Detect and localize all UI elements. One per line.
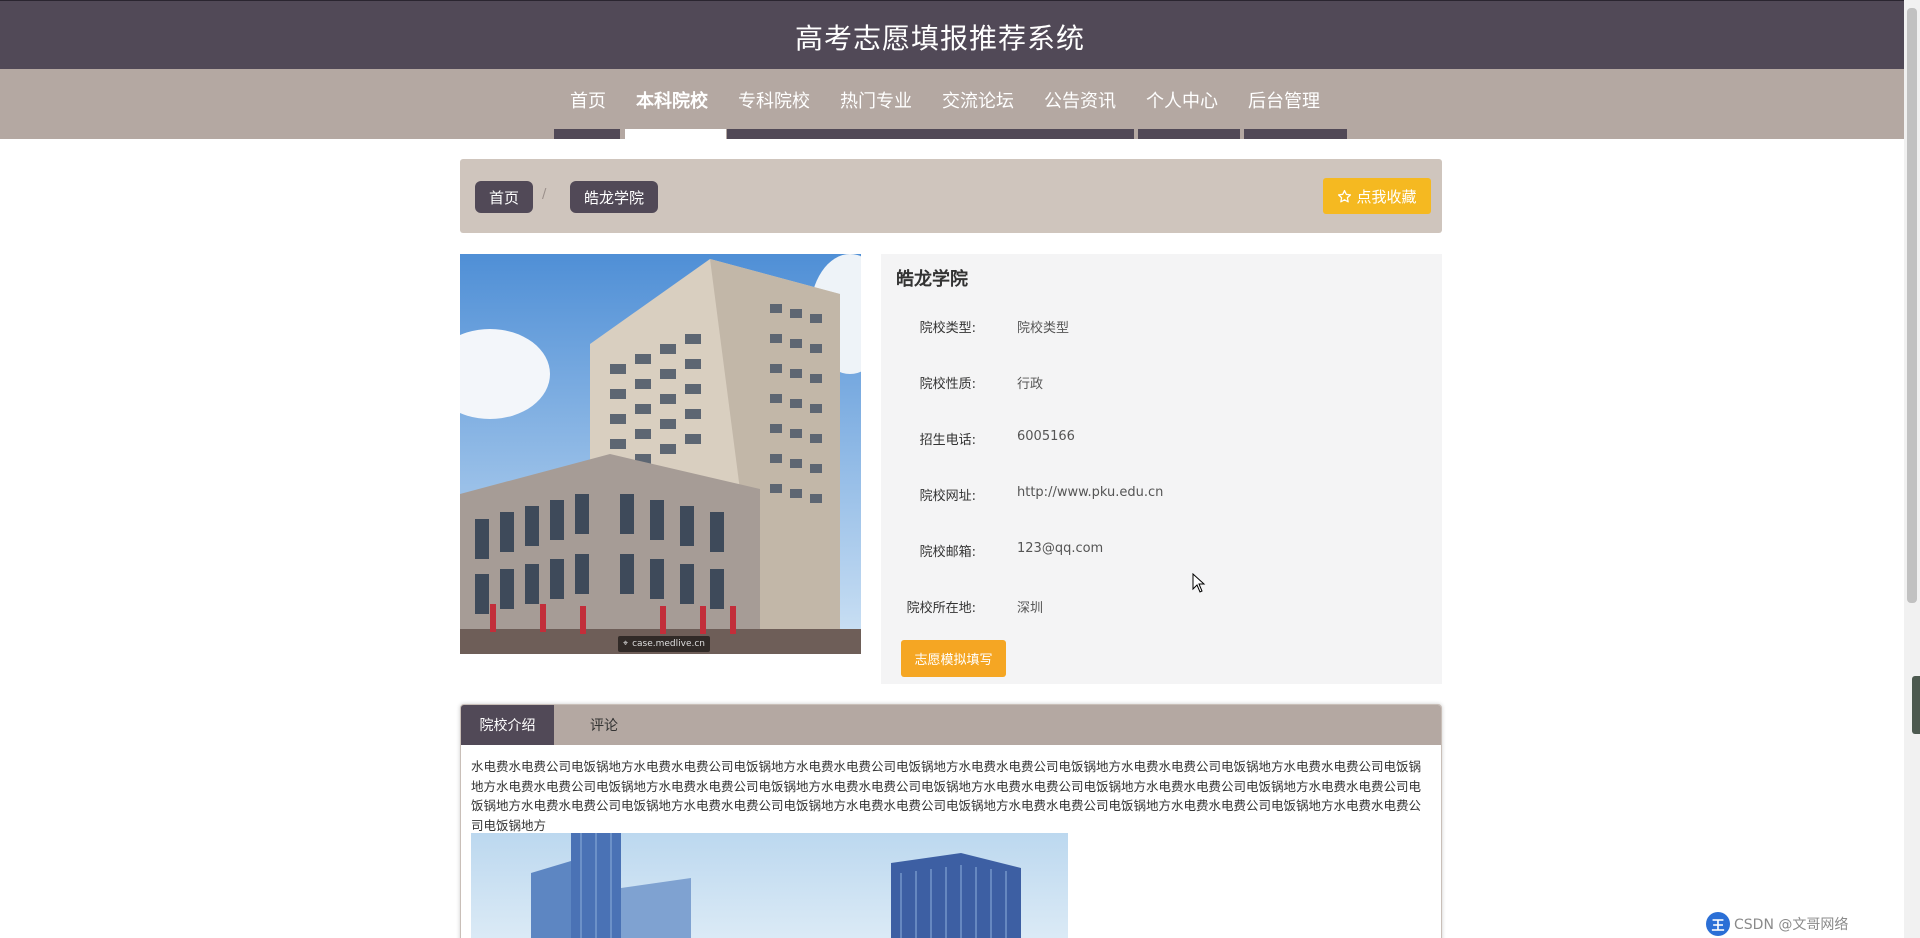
info-label: 院校所在地: [906,601,976,616]
info-label: 院校邮箱: [919,545,976,560]
info-row-email: 院校邮箱: 123@qq.com [881,541,1442,561]
info-row-location: 院校所在地: 深圳 [881,597,1442,617]
breadcrumb-home[interactable]: 首页 [475,181,534,213]
info-value: 6005166 [1017,429,1075,444]
tab-header: 院校介绍 评论 [461,705,1441,745]
apply-simulation-button[interactable]: 志愿模拟填写 [901,640,1006,677]
info-row-phone: 招生电话: 6005166 [881,429,1442,449]
nav-underline [1138,129,1240,139]
tab-introduction[interactable]: 院校介绍 [461,705,554,745]
info-value: 行政 [1017,377,1044,392]
system-tray: 王 CSDN @文哥网络 [1706,910,1906,938]
site-header: 高考志愿填报推荐系统 [0,0,1904,69]
mouse-cursor-icon [1192,573,1206,593]
intro-photo [471,833,1068,938]
tray-watermark: CSDN @文哥网络 [1734,917,1849,933]
info-row-type: 院校类型: 院校类型 [881,317,1442,337]
breadcrumb: 首页 / 皓龙学院 点我收藏 [460,159,1442,233]
info-row-nature: 院校性质: 行政 [881,373,1442,393]
info-label: 招生电话: [919,433,976,448]
crosshair-icon: ⌖ [622,639,629,649]
breadcrumb-separator: / [542,187,547,202]
favorite-button-label: 点我收藏 [1356,187,1417,206]
school-info-panel: 皓龙学院 院校类型: 院校类型 院校性质: 行政 招生电话: 6005166 院… [881,254,1442,684]
info-row-website: 院校网址: http://www.pku.edu.cn [881,485,1442,505]
breadcrumb-current: 皓龙学院 [570,181,659,213]
info-value: 123@qq.com [1017,541,1104,556]
city-buildings-image [471,833,1068,938]
site-title: 高考志愿填报推荐系统 [794,22,1085,55]
nav-underline [554,129,620,139]
info-value: 深圳 [1017,601,1044,616]
side-panel-handle[interactable] [1912,676,1920,734]
page-scrollbar[interactable] [1904,0,1920,938]
info-label: 院校类型: [919,321,976,336]
info-value: 院校类型 [1017,321,1070,336]
info-value[interactable]: http://www.pku.edu.cn [1017,485,1163,500]
info-label: 院校性质: [919,377,976,392]
intro-text: 水电费水电费公司电饭锅地方水电费水电费公司电饭锅地方水电费水电费公司电饭锅地方水… [471,759,1422,833]
favorite-button[interactable]: 点我收藏 [1323,178,1431,214]
building-image [460,254,861,654]
nav-underline-active [625,129,726,139]
nav-underline [1244,129,1347,139]
info-label: 院校网址: [919,489,976,504]
scrollbar-thumb[interactable] [1907,8,1917,603]
star-outline-icon [1338,189,1352,202]
photo-watermark: ⌖ case.medlive.cn [618,636,710,652]
ime-logo-icon[interactable]: 王 [1706,912,1730,936]
watermark-text: case.medlive.cn [632,639,706,649]
school-name: 皓龙学院 [896,269,968,290]
nav-underline [727,129,1134,139]
tab-comments[interactable]: 评论 [554,705,654,745]
school-photo: ⌖ case.medlive.cn [460,254,861,654]
detail-tabs: 院校介绍 评论 水电费水电费公司电饭锅地方水电费水电费公司电饭锅地方水电费水电费… [460,704,1442,938]
